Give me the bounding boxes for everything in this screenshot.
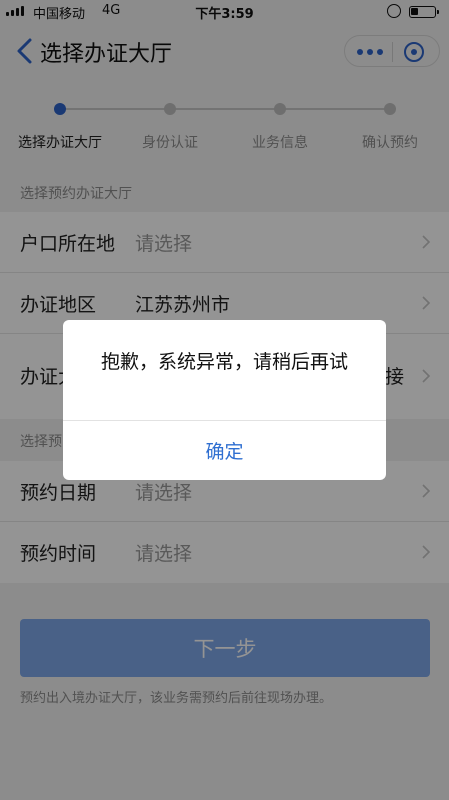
error-dialog: 抱歉，系统异常，请稍后再试 确定 [63, 320, 386, 480]
dialog-confirm-button[interactable]: 确定 [63, 421, 386, 480]
dialog-message: 抱歉，系统异常，请稍后再试 [100, 351, 348, 373]
